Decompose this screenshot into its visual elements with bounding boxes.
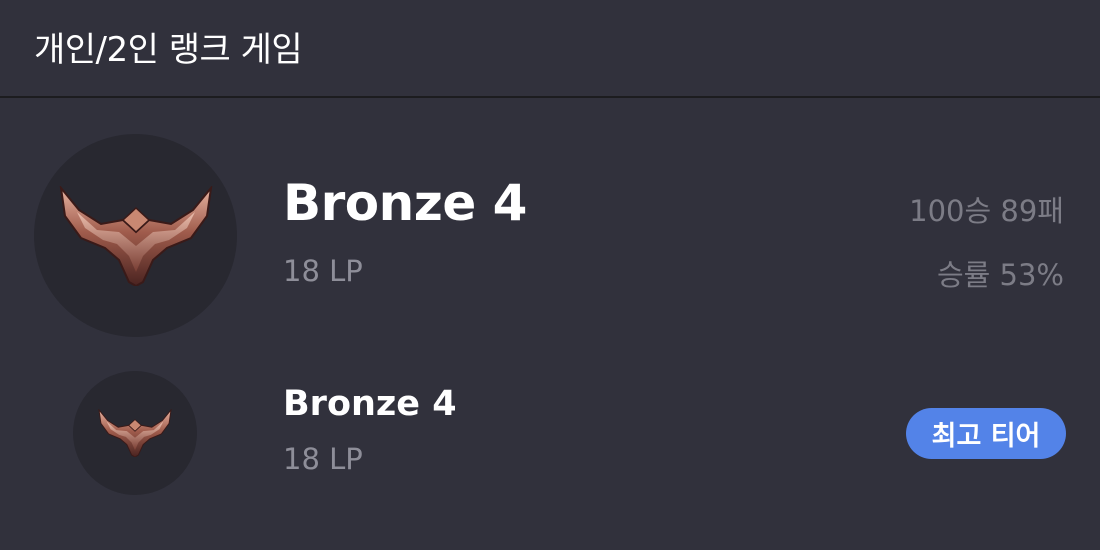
- best-tier-emblem: [73, 371, 197, 495]
- win-rate: 승률 53%: [936, 258, 1064, 292]
- card-header: 개인/2인 랭크 게임: [0, 0, 1100, 98]
- win-loss-record: 100승 89패: [909, 194, 1064, 228]
- current-tier-emblem: [34, 134, 237, 337]
- current-tier-name: Bronze 4: [283, 174, 527, 232]
- queue-title: 개인/2인 랭크 게임: [34, 30, 303, 70]
- best-tier-badge: 최고 티어: [906, 408, 1066, 459]
- bronze-emblem-icon: [98, 409, 172, 457]
- best-tier-name: Bronze 4: [283, 384, 457, 424]
- bronze-emblem-icon: [59, 185, 212, 286]
- ranked-solo-duo-card: 개인/2인 랭크 게임 Bronze 4 18 LP 100승 89패 승률 5…: [0, 0, 1100, 550]
- best-lp: 18 LP: [283, 442, 363, 476]
- current-lp: 18 LP: [283, 254, 363, 288]
